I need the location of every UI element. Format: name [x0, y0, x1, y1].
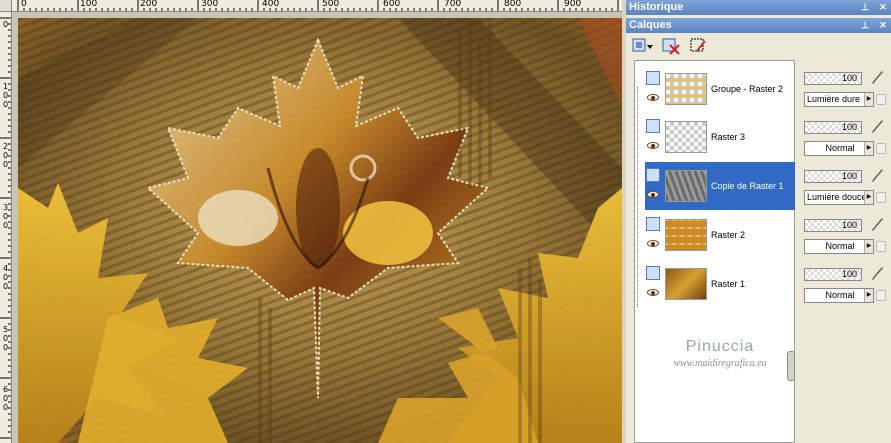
ruler-top: 0 100 200 300 400 500 600 700 800 900 [12, 0, 622, 12]
layer-icons [645, 262, 661, 306]
ruler-top-label: 300 [201, 0, 219, 9]
raster-layer-icon [646, 71, 660, 85]
layers-toolbar [626, 33, 891, 59]
layer-thumbnail [665, 73, 707, 105]
ruler-top-label: 200 [140, 0, 158, 9]
ruler-left-label: 1 0 0 [2, 82, 9, 109]
chevron-right-icon[interactable]: ▶ [864, 142, 873, 155]
delete-layer-icon[interactable] [660, 36, 682, 56]
chevron-right-icon[interactable]: ▶ [864, 191, 873, 204]
paintbrush-icon[interactable] [870, 118, 884, 134]
watermark-name: Pinuccia [685, 338, 755, 355]
close-icon[interactable]: ✕ [878, 2, 888, 13]
eye-icon[interactable] [647, 289, 659, 296]
lock-icon[interactable] [876, 94, 886, 105]
ruler-top-label: 500 [322, 0, 340, 9]
opacity-field[interactable]: 100 [804, 268, 862, 281]
ruler-top-label: 800 [504, 0, 522, 9]
eye-icon[interactable] [647, 94, 659, 101]
eye-icon[interactable] [647, 240, 659, 247]
layer-properties: 100 Lumière dure ▶ [802, 64, 889, 112]
mask-icon[interactable] [688, 36, 710, 56]
lock-icon[interactable] [876, 290, 886, 301]
layers-list: Groupe - Raster 2 Raster 3 Copie de Rast… [634, 60, 795, 443]
artwork [18, 18, 622, 443]
lock-icon[interactable] [876, 143, 886, 154]
chevron-right-icon[interactable]: ▶ [864, 289, 873, 302]
layer-row[interactable]: Groupe - Raster 2 [645, 65, 795, 113]
layer-name: Groupe - Raster 2 [711, 84, 784, 94]
layer-thumbnail [665, 170, 707, 202]
ruler-left-label: 3 0 0 [2, 203, 9, 230]
watermark: Pinuccia www.maidiregrafica.eu [650, 338, 790, 369]
lock-icon[interactable] [876, 192, 886, 203]
opacity-field[interactable]: 100 [804, 72, 862, 85]
eye-icon[interactable] [647, 191, 659, 198]
ruler-top-label: 100 [80, 0, 98, 9]
ruler-top-label: 600 [383, 0, 401, 9]
layer-row-selected[interactable]: Copie de Raster 1 [645, 162, 795, 210]
layer-icons [645, 164, 661, 208]
opacity-field[interactable]: 100 [804, 219, 862, 232]
layer-properties: 100 Normal ▶ [802, 211, 889, 259]
paintbrush-icon[interactable] [870, 265, 884, 281]
layer-properties: 100 Normal ▶ [802, 113, 889, 161]
layers-panel-titlebar[interactable]: Calques ⊥ ✕ [626, 18, 891, 33]
layer-row[interactable]: Raster 1 [645, 260, 795, 308]
ruler-left: 0 1 0 0 2 0 0 3 0 0 4 0 0 5 0 0 6 0 0 [0, 12, 12, 443]
layer-properties: 100 Lumière douce ▶ [802, 162, 889, 210]
layer-thumbnail [665, 219, 707, 251]
raster-layer-icon [646, 266, 660, 280]
tree-line [637, 87, 638, 307]
ruler-left-label: 2 0 0 [2, 142, 9, 169]
layer-row[interactable]: Raster 2 [645, 211, 795, 259]
layer-icons [645, 115, 661, 159]
opacity-field[interactable]: 100 [804, 121, 862, 134]
raster-layer-icon [646, 168, 660, 182]
paintbrush-icon[interactable] [870, 69, 884, 85]
ruler-top-label: 900 [564, 0, 582, 9]
layer-thumbnail [665, 121, 707, 153]
raster-layer-icon [646, 119, 660, 133]
paintbrush-icon[interactable] [870, 167, 884, 183]
lock-icon[interactable] [876, 241, 886, 252]
layer-name: Copie de Raster 1 [711, 181, 784, 191]
eye-icon[interactable] [647, 142, 659, 149]
layer-icons [645, 67, 661, 111]
ruler-left-label: 0 [2, 20, 9, 29]
ruler-top-label: 400 [262, 0, 280, 9]
layer-properties-column: 100 Lumière dure ▶ 100 Normal ▶ 100 Lumi… [802, 60, 889, 443]
ruler-top-ticks [17, 0, 619, 11]
paintbrush-icon[interactable] [870, 216, 884, 232]
layer-name: Raster 3 [711, 132, 746, 142]
layer-icons [645, 213, 661, 257]
layer-row[interactable]: Raster 3 [645, 113, 795, 161]
chevron-right-icon[interactable]: ▶ [864, 240, 873, 253]
opacity-field[interactable]: 100 [804, 170, 862, 183]
ruler-left-label: 4 0 0 [2, 264, 9, 291]
layer-name: Raster 1 [711, 279, 746, 289]
chevron-right-icon[interactable]: ▶ [864, 93, 873, 106]
ruler-left-label: 5 0 0 [2, 325, 9, 352]
close-icon[interactable]: ✕ [878, 20, 888, 31]
watermark-url: www.maidiregrafica.eu [673, 358, 767, 369]
layers-panel-title: Calques [629, 19, 672, 31]
new-layer-icon[interactable] [632, 36, 654, 56]
layer-name: Raster 2 [711, 230, 746, 240]
ruler-left-label: 6 0 0 [2, 385, 9, 412]
pin-icon[interactable]: ⊥ [860, 20, 870, 31]
image-canvas[interactable] [18, 18, 622, 443]
history-panel-titlebar[interactable]: Historique ⊥ ✕ [626, 0, 891, 15]
ruler-corner [0, 0, 12, 12]
ruler-top-label: 0 [21, 0, 27, 9]
history-panel-title: Historique [629, 1, 684, 13]
pin-icon[interactable]: ⊥ [860, 2, 870, 13]
ruler-top-label: 700 [444, 0, 462, 9]
raster-layer-icon [646, 217, 660, 231]
layer-thumbnail [665, 268, 707, 300]
canvas-area: 0 100 200 300 400 500 600 700 800 900 0 … [0, 0, 622, 443]
layer-properties: 100 Normal ▶ [802, 260, 889, 308]
